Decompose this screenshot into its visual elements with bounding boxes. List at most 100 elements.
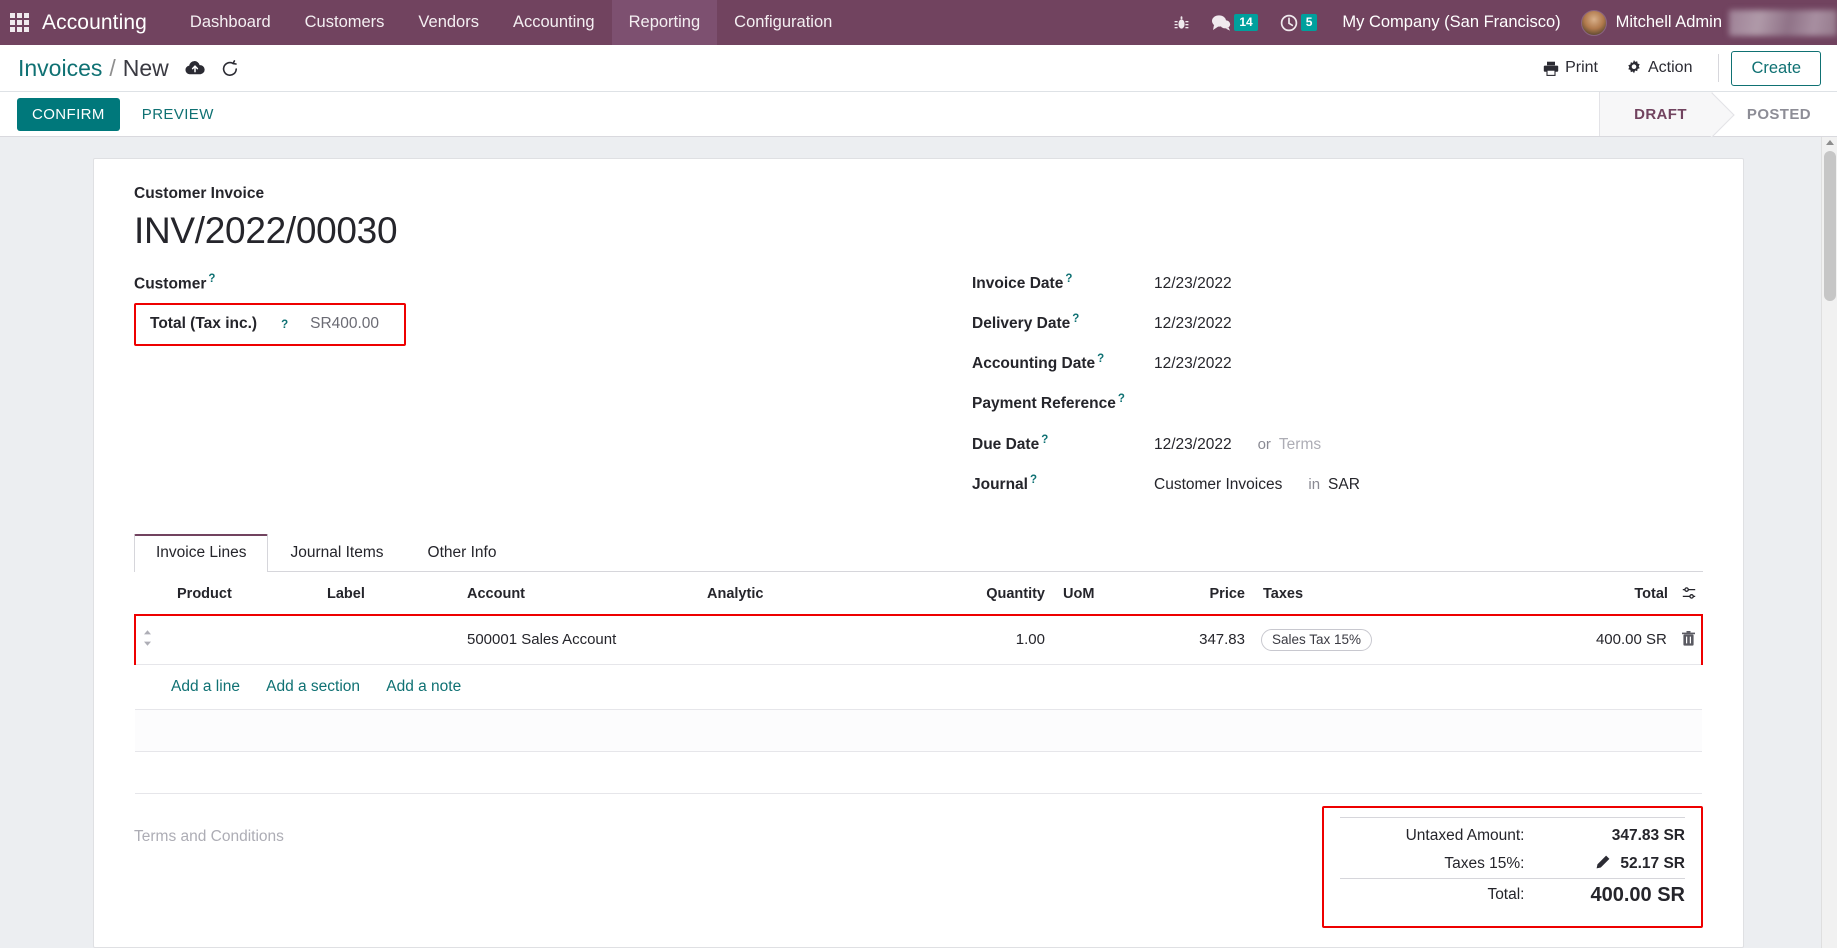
field-row-journal: Journal? Customer Invoices in SAR [972,474,1703,494]
untaxed-amount-label: Untaxed Amount: [1340,816,1547,850]
action-button[interactable]: Action [1612,55,1706,81]
main-menu: Dashboard Customers Vendors Accounting R… [173,0,849,45]
payment-terms-value[interactable]: Terms [1279,436,1321,454]
taxes-label: Taxes 15%: [1444,854,1525,872]
status-pipeline: DRAFT POSTED [1599,92,1837,136]
delivery-date-value[interactable]: 12/23/2022 [1154,315,1232,333]
totals-block: Untaxed Amount: 347.83 SR Taxes 15%: 52.… [1322,805,1703,928]
menu-item-accounting[interactable]: Accounting [496,0,612,45]
total-tax-inc-field[interactable]: Total (Tax inc.)? SR400.00 [134,303,406,347]
scrollbar-thumb[interactable] [1824,151,1836,301]
cell-total-value: 400.00 SR [1595,631,1667,649]
cell-account[interactable]: 500001 Sales Account [461,613,701,665]
help-tooltip-icon[interactable]: ? [1030,474,1037,486]
column-options-icon[interactable] [1682,586,1696,600]
accounting-date-value[interactable]: 12/23/2022 [1154,355,1232,373]
cell-price[interactable]: 347.83 [1161,613,1251,665]
column-quantity[interactable]: Quantity [941,573,1051,616]
print-button[interactable]: Print [1529,55,1612,81]
drag-handle-icon[interactable] [142,629,153,647]
row-drag-handle[interactable] [134,613,171,665]
form-viewport: Customer Invoice INV/2022/00030 Customer… [0,137,1837,948]
cell-product[interactable] [171,613,321,665]
help-tooltip-icon[interactable]: ? [1065,273,1072,285]
column-label[interactable]: Label [321,573,461,616]
bug-icon[interactable] [1163,0,1200,45]
tab-invoice-lines[interactable]: Invoice Lines [134,533,269,572]
delivery-date-label: Delivery Date [972,315,1071,333]
cloud-upload-icon[interactable] [185,60,205,76]
user-name-label: Mitchell Admin [1615,13,1722,31]
add-a-section-link[interactable]: Add a section [266,678,360,695]
messages-count-badge: 14 [1234,14,1258,31]
cell-taxes[interactable]: Sales Tax 15% [1251,613,1481,665]
journal-value[interactable]: Customer Invoices [1154,476,1282,494]
activities-button[interactable]: 5 [1269,0,1329,45]
tab-journal-items[interactable]: Journal Items [268,534,405,572]
discard-undo-icon[interactable] [221,59,239,77]
column-account[interactable]: Account [461,573,701,616]
column-taxes[interactable]: Taxes [1251,573,1481,616]
add-a-line-link[interactable]: Add a line [171,678,240,695]
confirm-button[interactable]: CONFIRM [17,97,120,131]
menu-item-vendors[interactable]: Vendors [401,0,496,45]
help-tooltip-icon[interactable]: ? [1072,313,1079,325]
table-row[interactable]: 500001 Sales Account 1.00 347.83 Sales T… [134,613,1703,665]
control-panel-actions: Print Action Create [1529,50,1821,86]
menu-item-customers[interactable]: Customers [288,0,402,45]
column-uom[interactable]: UoM [1051,573,1161,616]
vertical-scrollbar[interactable] [1821,137,1837,948]
total-label: Total: [1340,877,1547,912]
activities-count-badge: 5 [1300,14,1318,31]
cell-total[interactable]: 400.00 SR [1481,613,1703,665]
company-switcher[interactable]: My Company (San Francisco) [1328,13,1574,32]
cell-uom[interactable] [1051,613,1161,665]
total-value: 400.00 SR [1546,877,1685,912]
add-a-note-link[interactable]: Add a note [386,678,461,695]
help-tooltip-icon[interactable]: ? [281,319,288,331]
invoice-date-value[interactable]: 12/23/2022 [1154,275,1232,293]
column-price[interactable]: Price [1161,573,1251,616]
terms-and-conditions-input[interactable]: Terms and Conditions [134,806,1322,928]
due-date-label: Due Date [972,435,1040,453]
preview-button[interactable]: PREVIEW [128,98,228,131]
total-tax-inc-label: Total (Tax inc.) [150,315,258,333]
form-left-column: Customer? Total (Tax inc.)? SR400.00 [134,273,924,514]
menu-item-reporting[interactable]: Reporting [611,0,718,45]
help-tooltip-icon[interactable]: ? [1118,393,1125,405]
tab-other-info[interactable]: Other Info [406,534,519,572]
breadcrumb-item-invoices[interactable]: Invoices [18,55,102,82]
messages-button[interactable]: 14 [1200,0,1268,45]
app-brand-accounting[interactable]: Accounting [42,11,147,35]
tax-badge[interactable]: Sales Tax 15% [1261,628,1373,651]
field-row-due-date: Due Date? 12/23/2022 or Terms [972,434,1703,454]
empty-filler-row [135,751,1702,794]
cell-label[interactable] [321,613,461,665]
journal-in-label: in [1308,475,1321,493]
help-tooltip-icon[interactable]: ? [1097,353,1104,365]
navbar-right-section: 14 5 My Company (San Francisco) Mitchell… [1163,0,1837,45]
currency-value[interactable]: SAR [1328,476,1360,494]
breadcrumb: Invoices / New [18,55,169,82]
column-total[interactable]: Total [1481,573,1702,616]
notebook-tabs: Invoice Lines Journal Items Other Info [134,533,1703,572]
gear-icon [1628,60,1640,74]
total-tax-inc-value: SR400.00 [310,315,380,333]
cell-quantity[interactable]: 1.00 [941,613,1051,665]
user-menu[interactable]: Mitchell Admin [1575,9,1837,36]
create-button[interactable]: Create [1731,50,1821,86]
taxes-value-cell[interactable]: 52.17 SR [1547,850,1685,879]
help-tooltip-icon[interactable]: ? [208,273,215,285]
pencil-icon[interactable] [1596,855,1614,871]
column-analytic[interactable]: Analytic [701,573,941,616]
menu-item-configuration[interactable]: Configuration [717,0,849,45]
apps-grid-icon[interactable] [10,12,30,33]
help-tooltip-icon[interactable]: ? [1041,434,1048,446]
status-stage-draft[interactable]: DRAFT [1599,92,1713,136]
column-product[interactable]: Product [171,573,321,616]
due-date-value[interactable]: 12/23/2022 [1154,436,1232,454]
menu-item-dashboard[interactable]: Dashboard [173,0,288,45]
trash-icon[interactable] [1682,631,1695,648]
cell-analytic[interactable] [701,613,941,665]
scroll-up-arrow-icon[interactable] [1826,140,1834,145]
